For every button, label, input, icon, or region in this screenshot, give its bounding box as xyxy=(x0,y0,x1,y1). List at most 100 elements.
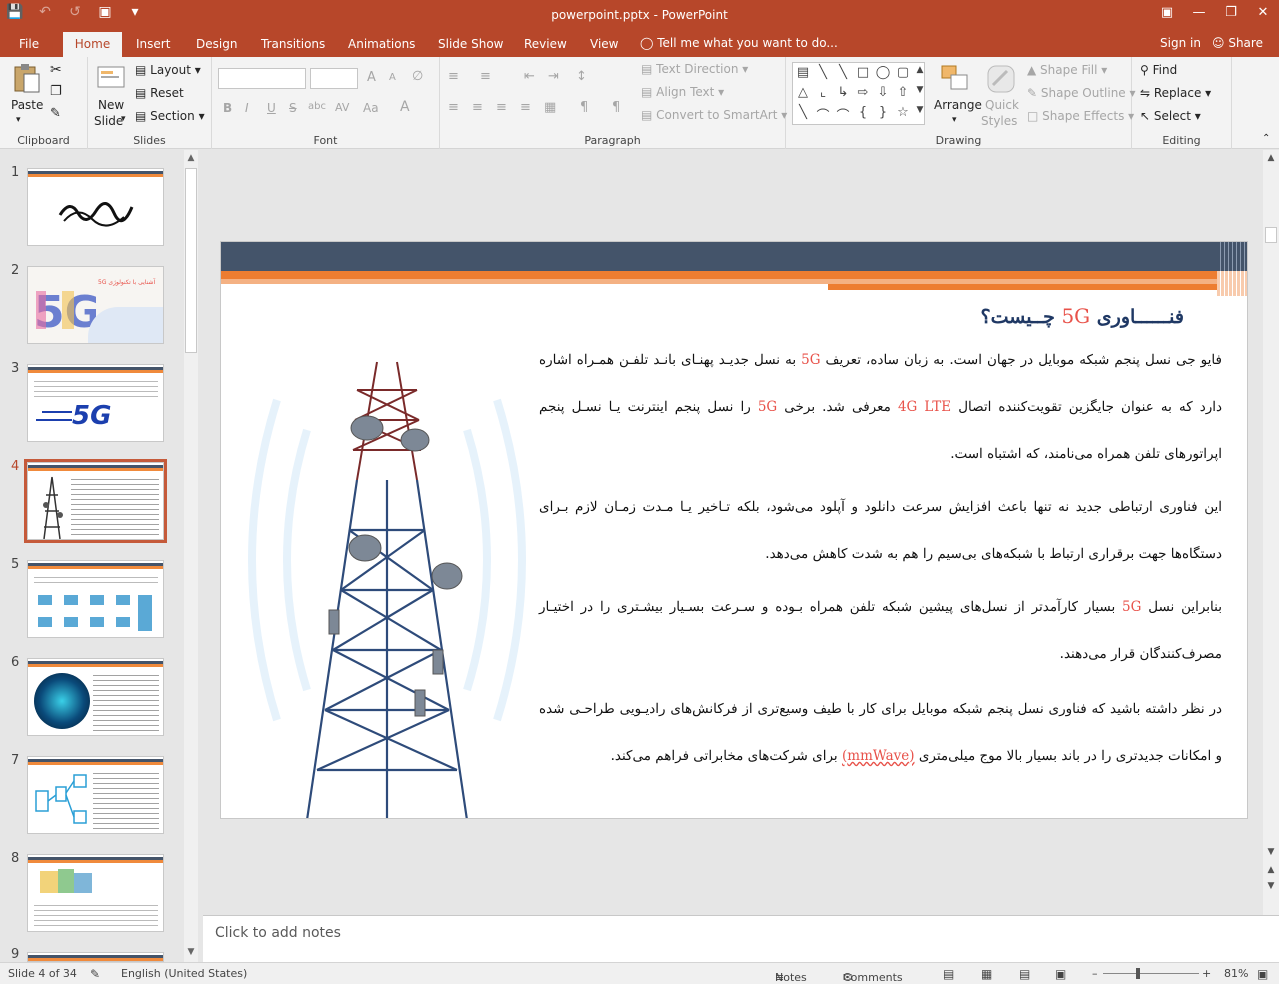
decrease-indent-icon[interactable]: ⇤ xyxy=(524,69,535,84)
spellcheck-icon[interactable]: ✎ xyxy=(90,967,100,981)
rtl-icon[interactable]: ¶ xyxy=(580,100,588,115)
thumbnail-slide-6[interactable] xyxy=(27,658,164,736)
paste-dropdown-icon[interactable]: ▾ xyxy=(16,115,21,125)
triangle-shape-icon[interactable]: △ xyxy=(795,85,811,100)
arrange-icon[interactable] xyxy=(939,63,971,95)
tab-slide-show[interactable]: Slide Show xyxy=(430,35,511,57)
font-color-icon[interactable]: A xyxy=(400,99,410,115)
find-button[interactable]: ⚲ Find xyxy=(1140,63,1177,77)
sign-in-link[interactable]: Sign in xyxy=(1160,36,1201,50)
zoom-level[interactable]: 81% xyxy=(1224,967,1248,980)
line-shape-icon[interactable]: ╲ xyxy=(815,65,831,80)
char-spacing-icon[interactable]: AV xyxy=(335,101,349,114)
normal-view-icon[interactable]: ▤ xyxy=(943,967,954,981)
select-button[interactable]: ↖ Select ▾ xyxy=(1140,109,1201,123)
fit-slide-icon[interactable]: ▣ xyxy=(1257,967,1268,981)
scroll-down-icon[interactable]: ▼ xyxy=(184,947,198,957)
strikethrough-icon[interactable]: S xyxy=(289,101,297,115)
new-slide-label2[interactable]: Slide xyxy=(94,114,123,128)
shape-fill-button[interactable]: ▲ Shape Fill ▾ xyxy=(1027,63,1107,77)
zoom-in-icon[interactable]: + xyxy=(1202,967,1211,980)
justify-icon[interactable]: ≡ xyxy=(520,100,531,115)
right-arrow-shape-icon[interactable]: ⇨ xyxy=(855,85,871,100)
reset-button[interactable]: ▤ Reset xyxy=(135,86,184,100)
paragraph-3[interactable]: بنابراین نسل 5G بسیار کارآمدتر از نسل‌ها… xyxy=(539,584,1222,678)
font-size-combo[interactable] xyxy=(310,68,358,89)
zoom-out-icon[interactable]: – xyxy=(1092,967,1098,980)
thumbnails-scrollbar[interactable]: ▲ ▼ xyxy=(184,150,198,962)
shapes-gallery[interactable]: ▤ ╲ ╲ □ ◯ ▢ △ ⌞ ↳ ⇨ ⇩ ⇧ ╲ ⌒ ⌒ { } ☆ ▲ ▼ … xyxy=(792,62,925,125)
language-indicator[interactable]: English (United States) xyxy=(121,967,247,980)
bold-icon[interactable]: B xyxy=(223,101,232,115)
gallery-up-icon[interactable]: ▲ xyxy=(912,65,928,75)
new-slide-button[interactable]: New xyxy=(98,98,124,112)
curve2-shape-icon[interactable]: ⌒ xyxy=(815,105,831,124)
paragraph-1[interactable]: فایو جی نسل پنجم شبکه موبایل در جهان است… xyxy=(539,337,1222,478)
paste-button[interactable]: Paste xyxy=(11,98,43,112)
tab-file[interactable]: File xyxy=(11,35,47,57)
oval-shape-icon[interactable]: ◯ xyxy=(875,65,891,80)
scroll-up-icon[interactable]: ▲ xyxy=(1263,153,1279,163)
minimize-icon[interactable]: — xyxy=(1183,0,1215,30)
quick-styles-icon[interactable] xyxy=(985,63,1017,95)
scroll-down-icon[interactable]: ▼ xyxy=(1263,847,1279,857)
slide-title[interactable]: فنــــــاوری 5G چــیست؟ xyxy=(841,304,1184,328)
align-left-icon[interactable]: ≡ xyxy=(448,100,459,115)
italic-icon[interactable]: I xyxy=(245,101,249,115)
collapse-ribbon-icon[interactable]: ⌃ xyxy=(1262,133,1270,144)
thumbnail-slide-2[interactable]: 5G آشنایی با تکنولوژی 5G xyxy=(27,266,164,344)
cut-icon[interactable]: ✂ xyxy=(50,62,62,78)
tab-transitions[interactable]: Transitions xyxy=(253,35,333,57)
maximize-icon[interactable]: ❐ xyxy=(1215,0,1247,30)
tab-design[interactable]: Design xyxy=(188,35,245,57)
up-arrow-shape-icon[interactable]: ⇧ xyxy=(895,85,911,100)
star-shape-icon[interactable]: ☆ xyxy=(895,105,911,120)
down-arrow-shape-icon[interactable]: ⇩ xyxy=(875,85,891,100)
arrange-button[interactable]: Arrange xyxy=(934,98,982,112)
line2-shape-icon[interactable]: ╲ xyxy=(835,65,851,80)
zoom-slider[interactable] xyxy=(1103,973,1199,974)
tab-view[interactable]: View xyxy=(582,35,626,57)
scroll-thumb[interactable] xyxy=(1265,227,1277,243)
grow-font-icon[interactable]: A xyxy=(367,70,376,85)
tab-insert[interactable]: Insert xyxy=(128,35,178,57)
replace-button[interactable]: ⇋ Replace ▾ xyxy=(1140,86,1211,100)
bullets-icon[interactable]: ≡ xyxy=(448,69,459,84)
format-painter-icon[interactable]: ✎ xyxy=(50,106,61,121)
underline-icon[interactable]: U xyxy=(267,101,276,115)
align-right-icon[interactable]: ≡ xyxy=(496,100,507,115)
rect-shape-icon[interactable]: □ xyxy=(855,65,871,80)
paragraph-2[interactable]: این فناوری ارتباطی جدید نه تنها باعث افز… xyxy=(539,484,1222,578)
next-slide-icon[interactable]: ▼ xyxy=(1263,881,1279,891)
quick-styles-label2[interactable]: Styles xyxy=(981,114,1017,128)
zoom-slider-handle[interactable] xyxy=(1136,968,1140,979)
shrink-font-icon[interactable]: A xyxy=(389,72,396,83)
close-icon[interactable]: ✕ xyxy=(1247,0,1279,30)
brace-close-shape-icon[interactable]: } xyxy=(875,105,891,120)
paragraph-4[interactable]: در نظر داشته باشید که فناوری نسل پنجم شب… xyxy=(539,686,1222,780)
brace-open-shape-icon[interactable]: { xyxy=(855,105,871,120)
curve3-shape-icon[interactable]: ⌒ xyxy=(835,105,851,124)
new-slide-icon[interactable] xyxy=(95,61,127,93)
line-spacing-icon[interactable]: ↕ xyxy=(576,69,587,84)
text-direction-button[interactable]: ▤ Text Direction ▾ xyxy=(641,62,748,76)
arrange-dropdown-icon[interactable]: ▾ xyxy=(952,115,957,125)
thumbnail-slide-7[interactable] xyxy=(27,756,164,834)
quick-styles-button[interactable]: Quick xyxy=(985,98,1019,112)
ltr-icon[interactable]: ¶ xyxy=(612,100,620,115)
elbow2-shape-icon[interactable]: ↳ xyxy=(835,85,851,100)
thumbnail-slide-8[interactable] xyxy=(27,854,164,932)
align-center-icon[interactable]: ≡ xyxy=(472,100,483,115)
curve-shape-icon[interactable]: ╲ xyxy=(795,105,811,120)
share-button[interactable]: ☺ Share xyxy=(1212,36,1263,50)
shadow-icon[interactable]: abc xyxy=(308,101,326,112)
convert-smartart-button[interactable]: ▤ Convert to SmartArt ▾ xyxy=(641,108,787,122)
tell-me-search[interactable]: ◯ Tell me what you want to do... xyxy=(640,36,838,50)
current-slide[interactable]: فنــــــاوری 5G چــیست؟ فایو جی نسل پنجم… xyxy=(220,241,1248,819)
font-name-combo[interactable] xyxy=(218,68,306,89)
textbox-shape-icon[interactable]: ▤ xyxy=(795,65,811,80)
align-text-button[interactable]: ▤ Align Text ▾ xyxy=(641,85,724,99)
ribbon-display-icon[interactable]: ▣ xyxy=(1151,0,1183,30)
notes-pane[interactable]: Click to add notes xyxy=(203,915,1279,962)
gallery-more-icon[interactable]: ▼ xyxy=(912,105,928,115)
